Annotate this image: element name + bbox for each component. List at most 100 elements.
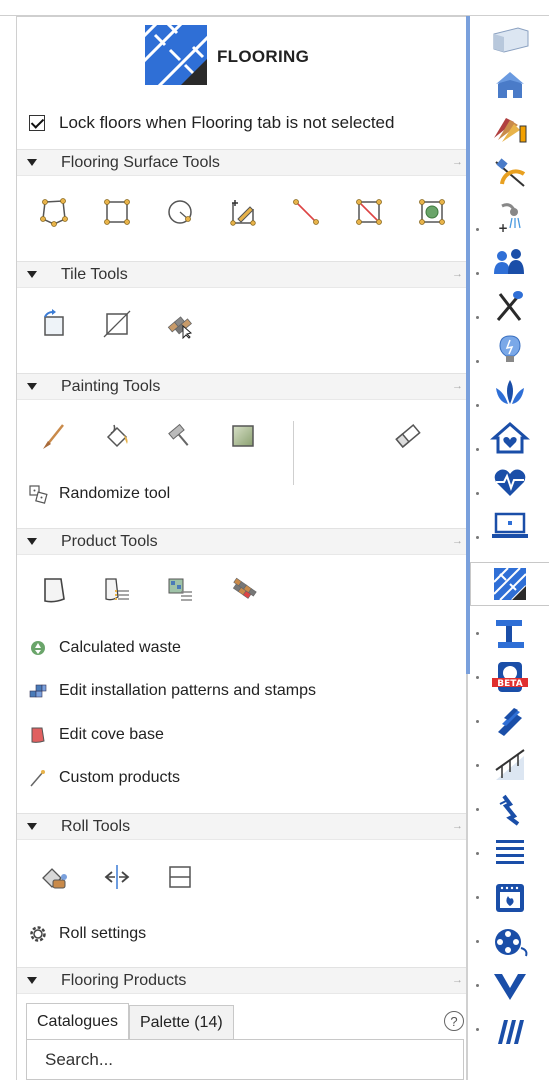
cove-base-icon[interactable]: [37, 573, 71, 607]
lock-floors-option[interactable]: Lock floors when Flooring tab is not sel…: [29, 111, 394, 135]
roll-settings-label: Roll settings: [59, 925, 147, 942]
measuring-icon[interactable]: [470, 152, 549, 196]
section-flooring-surface-tools[interactable]: Flooring Surface Tools →: [17, 149, 468, 176]
products-tabs: Catalogues Palette (14): [26, 1003, 234, 1039]
circle-floor-icon[interactable]: [163, 195, 197, 229]
lines-icon[interactable]: [470, 1008, 549, 1052]
rotate-tile-icon[interactable]: [37, 307, 71, 341]
people-icon[interactable]: [470, 240, 549, 284]
delete-floor-icon[interactable]: [352, 195, 386, 229]
pin-arrow-icon[interactable]: →: [452, 156, 463, 168]
tab-catalogues[interactable]: Catalogues: [26, 1003, 129, 1039]
collapse-triangle-icon: [27, 271, 37, 278]
house-icon[interactable]: [470, 64, 549, 108]
chevron-icon[interactable]: [470, 964, 549, 1008]
product-catalog-icon[interactable]: [163, 573, 197, 607]
computer-icon[interactable]: [470, 504, 549, 548]
sidebar-dot: [476, 720, 479, 723]
calculated-waste-item[interactable]: Calculated waste: [27, 635, 181, 661]
svg-text:+: +: [498, 221, 508, 235]
section-flooring-products[interactable]: Flooring Products →: [17, 967, 468, 994]
section-product-tools[interactable]: Product Tools →: [17, 528, 468, 555]
stack-icon[interactable]: [470, 832, 549, 876]
paintbrush-icon[interactable]: [37, 419, 71, 453]
help-icon[interactable]: ?: [444, 1011, 464, 1031]
pin-arrow-icon[interactable]: →: [452, 820, 463, 832]
split-floor-icon[interactable]: [289, 195, 323, 229]
painting-tools-row: [37, 419, 454, 453]
health-icon[interactable]: [470, 460, 549, 504]
railing-icon[interactable]: [470, 744, 549, 788]
collapse-triangle-icon: [27, 977, 37, 984]
sidebar-dot: [476, 940, 479, 943]
plumbing-icon[interactable]: +: [470, 196, 549, 240]
sidebar-dot: [476, 764, 479, 767]
paint-roller-icon[interactable]: [163, 419, 197, 453]
randomize-tool[interactable]: Randomize tool: [27, 481, 170, 507]
roll-seam-icon[interactable]: [100, 860, 134, 894]
sidebar-dot: [476, 632, 479, 635]
section-label: Painting Tools: [61, 377, 161, 395]
spa-icon[interactable]: [470, 372, 549, 416]
roll-paint-icon[interactable]: [37, 860, 71, 894]
pin-arrow-icon[interactable]: →: [452, 268, 463, 280]
product-tools-row: [37, 573, 289, 607]
right-toolbar: + BETA: [470, 16, 549, 1080]
walls-icon[interactable]: [470, 20, 549, 64]
panel-header: FLOORING: [17, 17, 468, 103]
section-painting-tools[interactable]: Painting Tools →: [17, 373, 468, 400]
flooring-panel: FLOORING Lock floors when Flooring tab i…: [16, 16, 468, 1080]
roll-cut-icon[interactable]: [163, 860, 197, 894]
diagonal-tile-icon[interactable]: [100, 307, 134, 341]
search-input[interactable]: Search...: [26, 1039, 464, 1080]
beam-icon[interactable]: [470, 612, 549, 656]
section-roll-tools[interactable]: Roll Tools →: [17, 813, 468, 840]
wand-icon: [27, 767, 49, 789]
sidebar-dot: [476, 316, 479, 319]
home-care-icon[interactable]: [470, 416, 549, 460]
collapse-triangle-icon: [27, 159, 37, 166]
tab-palette[interactable]: Palette (14): [128, 1005, 234, 1039]
flooring-icon[interactable]: [470, 562, 549, 606]
kitchen-icon[interactable]: [470, 284, 549, 328]
sidebar-dot: [476, 228, 479, 231]
film-icon[interactable]: [470, 920, 549, 964]
collapse-triangle-icon: [27, 823, 37, 830]
floor-area-icon[interactable]: [415, 195, 449, 229]
edit-cove-base-item[interactable]: Edit cove base: [27, 722, 164, 748]
electrical-icon[interactable]: [470, 788, 549, 832]
product-list-icon[interactable]: [100, 573, 134, 607]
oven-icon[interactable]: [470, 876, 549, 920]
edit-floor-points-icon[interactable]: [226, 195, 260, 229]
paint-bucket-icon[interactable]: [100, 419, 134, 453]
beta-icon[interactable]: BETA: [470, 656, 549, 700]
cove-base-small-icon: [27, 724, 49, 746]
sidebar-dot: [476, 852, 479, 855]
material-swatch-icon[interactable]: [226, 419, 260, 453]
section-label: Product Tools: [61, 532, 158, 550]
pin-arrow-icon[interactable]: →: [452, 974, 463, 986]
tile-tools-row: [37, 307, 226, 341]
rectangle-floor-icon[interactable]: [100, 195, 134, 229]
edit-installation-patterns-item[interactable]: Edit installation patterns and stamps: [27, 678, 316, 704]
section-tile-tools[interactable]: Tile Tools →: [17, 261, 468, 288]
eraser-icon[interactable]: [391, 419, 425, 453]
product-tiles-icon[interactable]: [226, 573, 260, 607]
pin-arrow-icon[interactable]: →: [452, 380, 463, 392]
lock-floors-checkbox[interactable]: [29, 115, 45, 131]
sidebar-dot: [476, 492, 479, 495]
lighting-icon[interactable]: [470, 328, 549, 372]
custom-products-item[interactable]: Custom products: [27, 765, 180, 791]
recycle-icon: [27, 637, 49, 659]
pattern-stamp-icon: [27, 680, 49, 702]
stairs-icon[interactable]: [470, 700, 549, 744]
section-label: Flooring Surface Tools: [61, 153, 220, 171]
materials-icon[interactable]: [470, 108, 549, 152]
collapse-triangle-icon: [27, 538, 37, 545]
sidebar-dot: [476, 896, 479, 899]
roll-settings-item[interactable]: Roll settings: [27, 921, 146, 947]
tile-pattern-select-icon[interactable]: [163, 307, 197, 341]
calculated-waste-label: Calculated waste: [59, 639, 181, 656]
pin-arrow-icon[interactable]: →: [452, 535, 463, 547]
polygon-floor-icon[interactable]: [37, 195, 71, 229]
